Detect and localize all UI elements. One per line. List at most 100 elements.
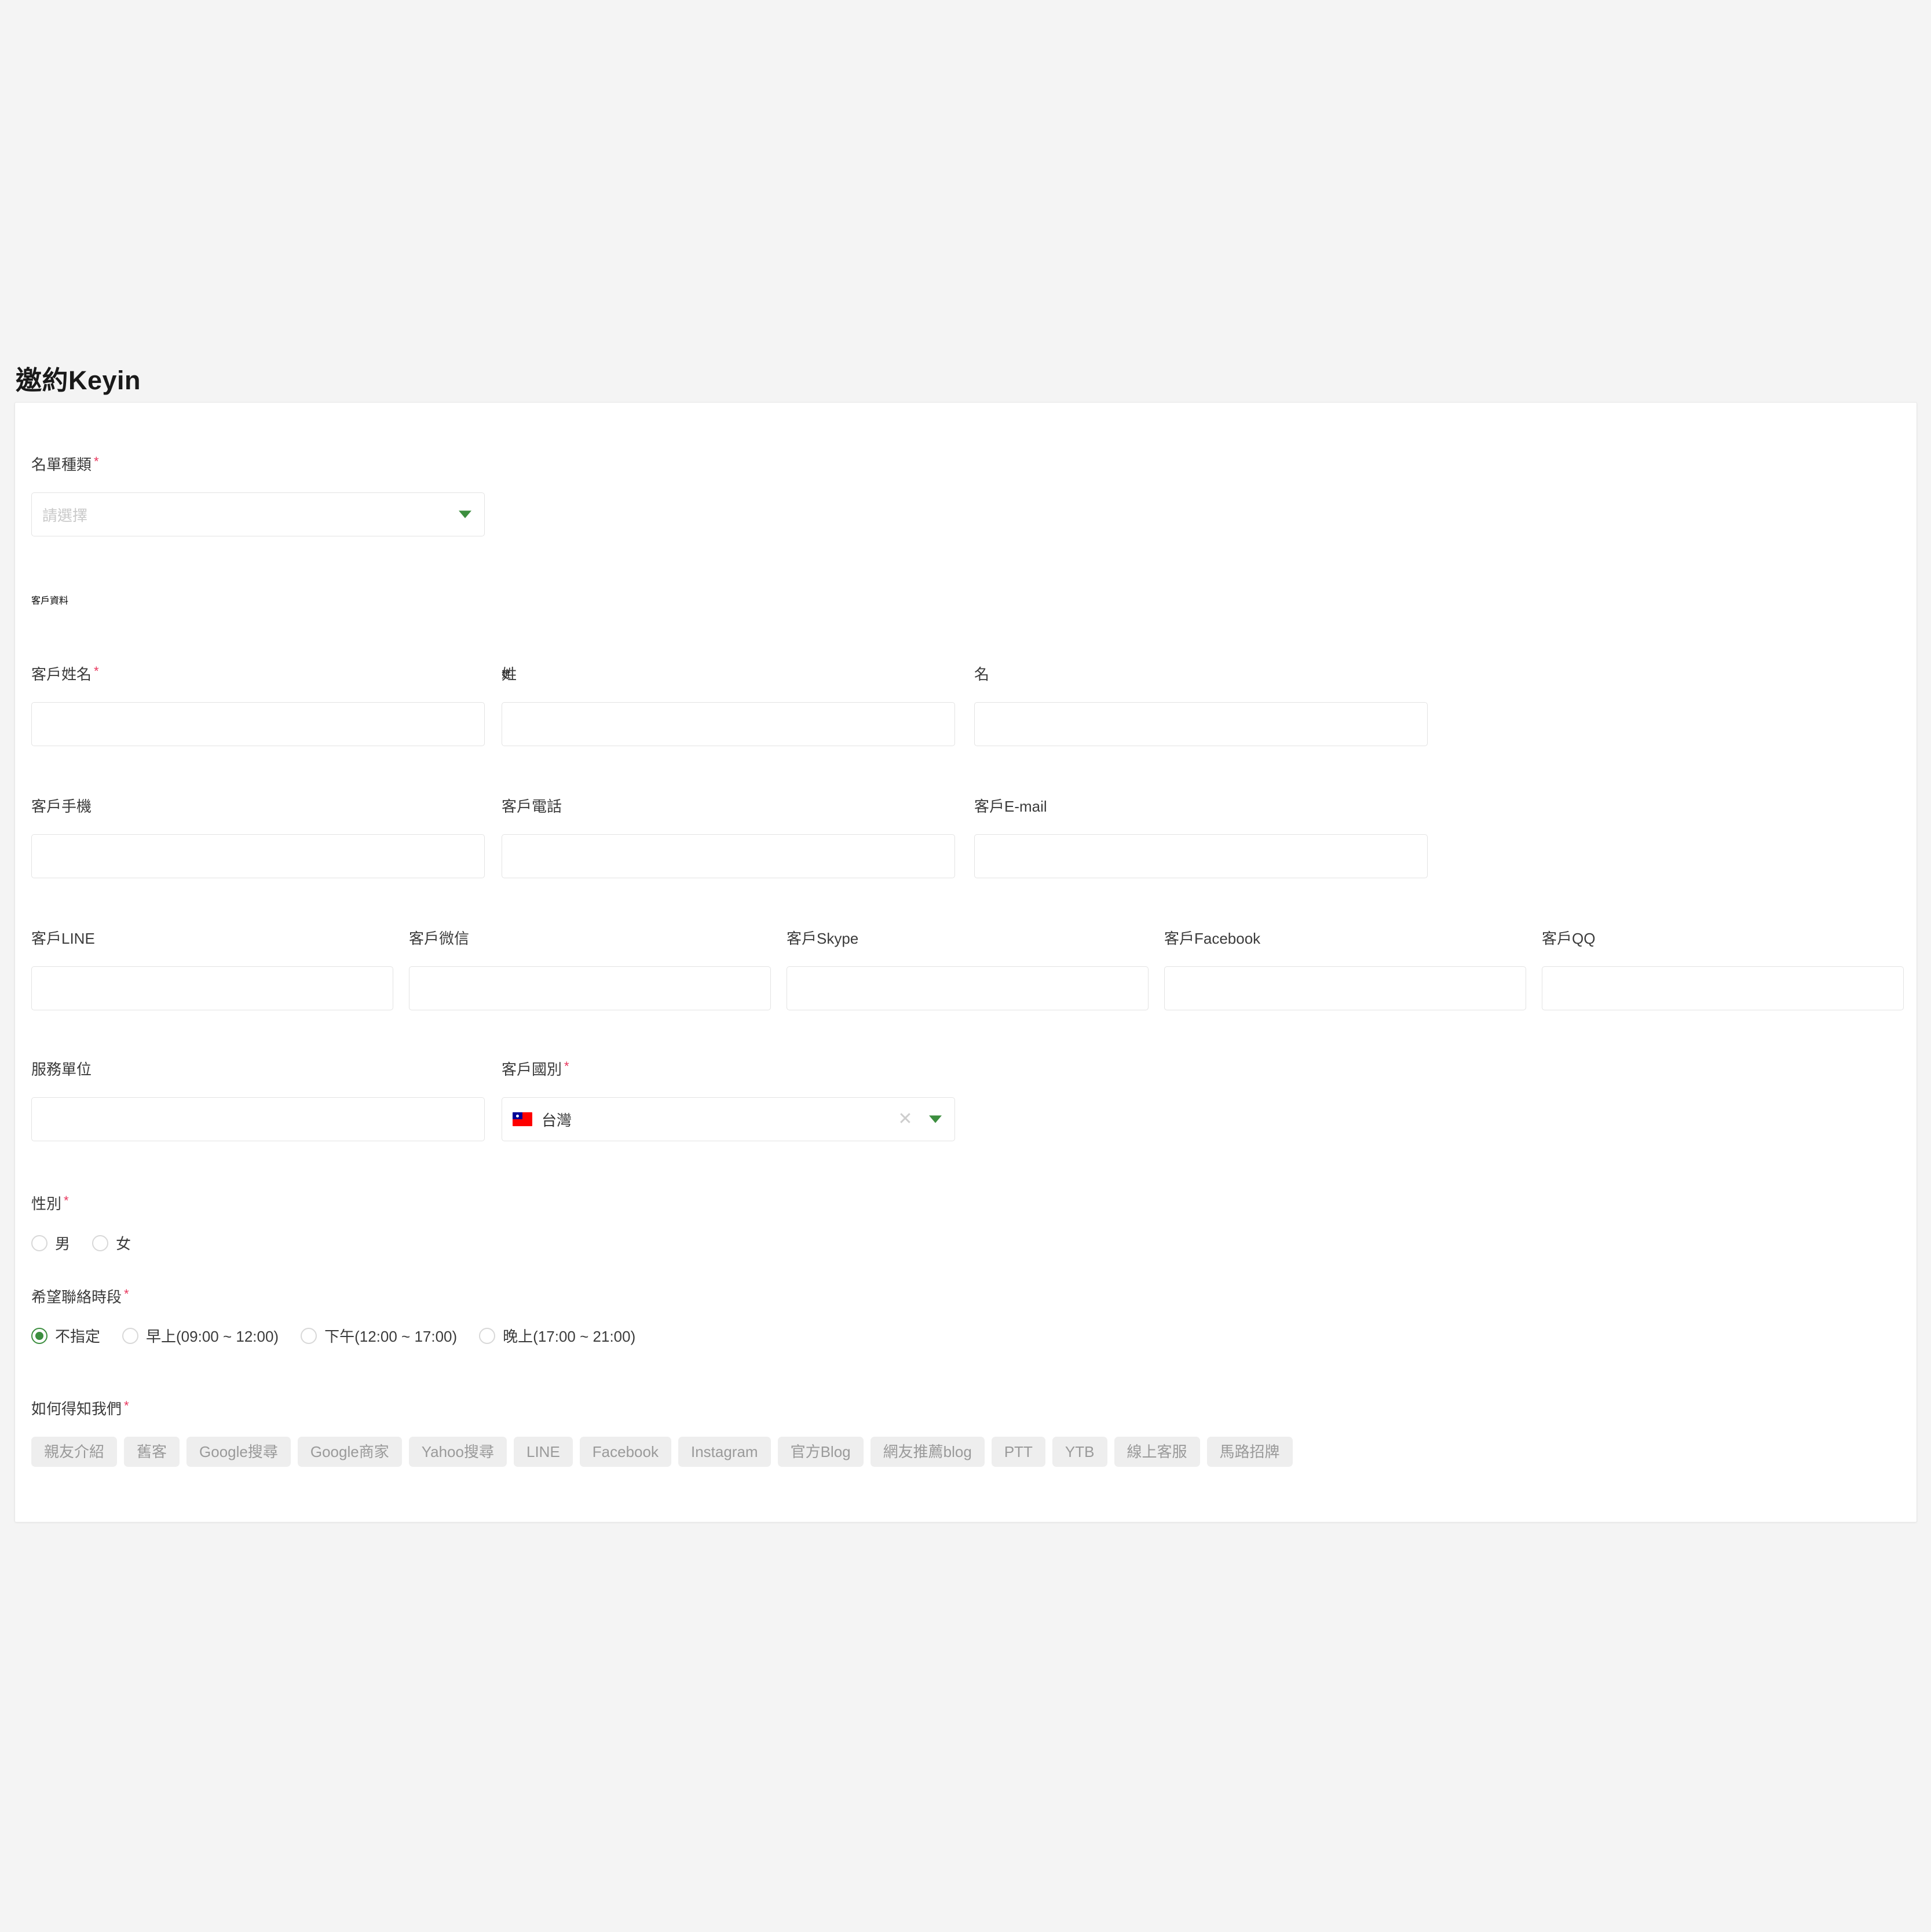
source-tag[interactable]: LINE	[513, 1437, 573, 1467]
source-label: 如何得知我們	[31, 1400, 122, 1418]
wechat-input-wrap	[409, 966, 771, 1010]
radio-circle-icon	[301, 1327, 317, 1344]
qq-input-wrap	[1542, 966, 1904, 1010]
taiwan-flag-icon	[513, 1112, 532, 1126]
customer-name-input[interactable]	[31, 702, 485, 746]
required-asterisk: *	[94, 664, 99, 678]
contact-time-option-any[interactable]: 不指定	[31, 1325, 100, 1346]
customer-name-label-group: 客戶姓名 *	[31, 664, 99, 683]
contact-time-option-morning-label: 早上(09:00 ~ 12:00)	[146, 1328, 279, 1345]
list-type-select-wrap: 請選擇	[31, 492, 485, 536]
customer-section-heading: 客戶資料	[31, 596, 69, 606]
contact-time-option-any-label: 不指定	[55, 1328, 101, 1345]
customer-name-input-wrap	[31, 702, 485, 746]
phone-label: 客戶電話	[502, 798, 562, 815]
gender-option-male[interactable]: 男	[31, 1232, 70, 1254]
source-tag[interactable]: Google搜尋	[186, 1437, 291, 1467]
radio-circle-icon	[31, 1235, 47, 1251]
country-label-group: 客戶國別 *	[502, 1059, 569, 1078]
source-tag[interactable]: 親友介紹	[31, 1437, 118, 1467]
source-tag[interactable]: 網友推薦blog	[870, 1437, 985, 1467]
required-asterisk: *	[564, 1059, 569, 1073]
country-select[interactable]: 台灣 ✕	[502, 1097, 955, 1141]
source-label-group: 如何得知我們 *	[31, 1398, 129, 1418]
form-card: 名單種類 * 請選擇 客戶資料 客戶姓名 * 姓 姓 名 客戶手機 客戶電話 客…	[14, 402, 1917, 1522]
source-tag[interactable]: Instagram	[678, 1437, 771, 1467]
required-asterisk: *	[124, 1398, 129, 1413]
skype-label: 客戶Skype	[787, 930, 859, 947]
list-type-select[interactable]: 請選擇	[31, 492, 485, 536]
contact-time-radio-group: 不指定 早上(09:00 ~ 12:00) 下午(12:00 ~ 17:00) …	[31, 1325, 657, 1346]
first-name-input-wrap	[974, 702, 1428, 746]
source-tag[interactable]: YTB	[1052, 1437, 1107, 1467]
radio-circle-icon	[31, 1327, 47, 1344]
radio-circle-icon	[122, 1327, 139, 1344]
mobile-label: 客戶手機	[31, 798, 92, 815]
contact-time-option-evening-label: 晚上(17:00 ~ 21:00)	[503, 1328, 636, 1345]
mobile-input[interactable]	[31, 834, 485, 878]
contact-time-option-morning[interactable]: 早上(09:00 ~ 12:00)	[122, 1325, 279, 1346]
chevron-down-icon	[459, 510, 471, 518]
phone-input-wrap	[502, 834, 955, 878]
page-title: 邀約Keyin	[16, 366, 141, 396]
source-tag-group: 親友介紹 舊客 Google搜尋 Google商家 Yahoo搜尋 LINE Faceboo…	[31, 1437, 1885, 1467]
contact-time-label-group: 希望聯絡時段 *	[31, 1287, 129, 1306]
line-input-wrap	[31, 966, 393, 1010]
qq-input[interactable]	[1542, 966, 1904, 1010]
radio-circle-icon	[479, 1327, 496, 1344]
mobile-input-wrap	[31, 834, 485, 878]
contact-time-option-evening[interactable]: 晚上(17:00 ~ 21:00)	[479, 1325, 635, 1346]
facebook-input[interactable]	[1164, 966, 1526, 1010]
page-root: 邀約Keyin 名單種類 * 請選擇 客戶資料 客戶姓名 * 姓 姓 名 客戶手…	[0, 0, 1931, 1932]
contact-time-label: 希望聯絡時段	[31, 1288, 122, 1306]
clear-x-icon[interactable]: ✕	[898, 1111, 913, 1128]
facebook-input-wrap	[1164, 966, 1526, 1010]
gender-option-female-label: 女	[116, 1235, 131, 1252]
customer-name-label: 客戶姓名	[31, 666, 92, 683]
last-name-input-wrap	[502, 702, 955, 746]
service-unit-input[interactable]	[31, 1097, 485, 1141]
country-value: 台灣	[542, 1111, 572, 1129]
list-type-label-group: 名單種類 *	[31, 454, 99, 473]
source-tag[interactable]: Yahoo搜尋	[408, 1437, 507, 1467]
line-input[interactable]	[31, 966, 393, 1010]
source-tag[interactable]: 馬路招牌	[1206, 1437, 1293, 1467]
required-asterisk: *	[124, 1287, 129, 1301]
facebook-label: 客戶Facebook	[1164, 930, 1261, 947]
radio-circle-icon	[92, 1235, 109, 1251]
last-name-input[interactable]	[502, 702, 955, 746]
required-asterisk: *	[64, 1193, 69, 1208]
skype-input-wrap	[787, 966, 1149, 1010]
gender-label-group: 性別 *	[31, 1193, 69, 1212]
source-tag[interactable]: 線上客服	[1114, 1437, 1200, 1467]
required-asterisk: *	[94, 454, 99, 469]
email-input-wrap	[974, 834, 1428, 878]
source-tag[interactable]: 舊客	[124, 1437, 180, 1467]
skype-input[interactable]	[787, 966, 1149, 1010]
gender-label: 性別	[31, 1195, 62, 1212]
first-name-input[interactable]	[974, 702, 1428, 746]
last-name-label-text: 姓	[502, 666, 517, 683]
source-tag[interactable]: Facebook	[579, 1437, 671, 1467]
country-label: 客戶國別	[502, 1061, 562, 1078]
contact-time-option-afternoon[interactable]: 下午(12:00 ~ 17:00)	[301, 1325, 457, 1346]
line-label: 客戶LINE	[31, 930, 95, 947]
qq-label: 客戶QQ	[1542, 930, 1596, 947]
wechat-label: 客戶微信	[409, 930, 470, 947]
source-tag[interactable]: Google商家	[297, 1437, 402, 1467]
email-label: 客戶E-mail	[974, 798, 1047, 815]
first-name-label: 名	[974, 666, 990, 683]
email-input[interactable]	[974, 834, 1428, 878]
contact-time-option-afternoon-label: 下午(12:00 ~ 17:00)	[324, 1328, 458, 1345]
chevron-down-icon	[929, 1115, 942, 1123]
source-tag[interactable]: PTT	[991, 1437, 1045, 1467]
service-unit-label: 服務單位	[31, 1061, 92, 1078]
phone-input[interactable]	[502, 834, 955, 878]
gender-option-male-label: 男	[55, 1235, 71, 1252]
gender-option-female[interactable]: 女	[92, 1232, 131, 1254]
list-type-label: 名單種類	[31, 456, 92, 473]
source-tag[interactable]: 官方Blog	[777, 1437, 864, 1467]
wechat-input[interactable]	[409, 966, 771, 1010]
gender-radio-group: 男 女	[31, 1232, 153, 1254]
service-unit-input-wrap	[31, 1097, 485, 1141]
